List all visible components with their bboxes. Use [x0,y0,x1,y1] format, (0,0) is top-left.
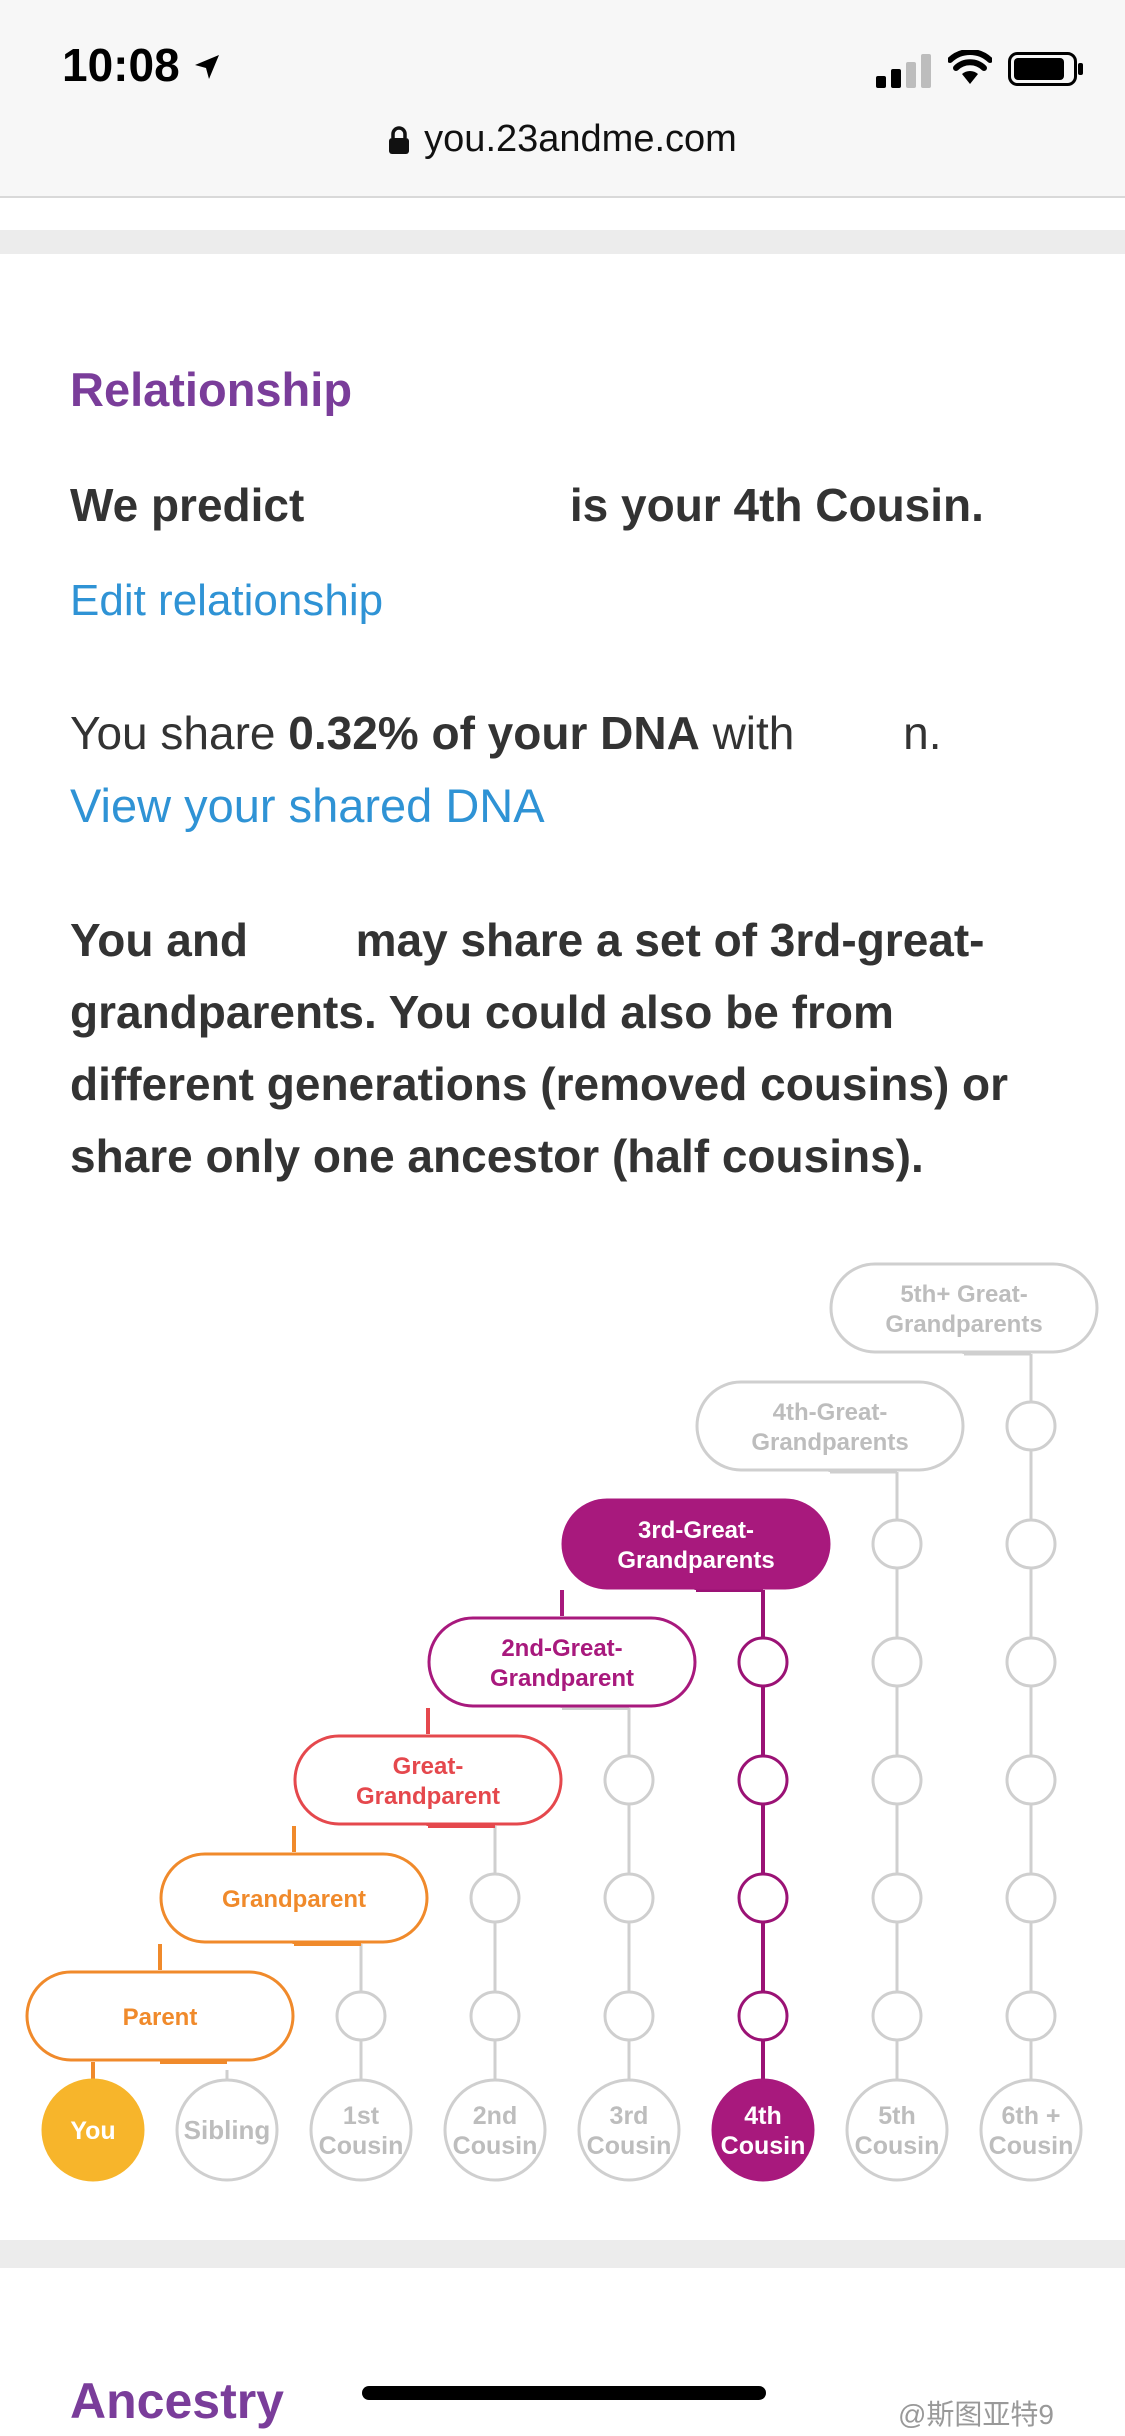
home-indicator[interactable] [362,2386,766,2400]
redacted-name [261,916,343,962]
share-suffix: n. [903,707,942,759]
generation-node [1005,1990,1057,2042]
generation-node [737,1754,789,1806]
wifi-icon [948,50,992,84]
lock-icon [389,126,410,154]
prediction-text: We predict is your 4th Cousin. [70,478,984,532]
relative-4th-cousin [711,2078,815,2182]
generation-node [1005,1518,1057,1570]
prediction-suffix: is your 4th Cousin. [569,479,984,531]
ancestor-2nd-great-grandparent [427,1616,697,1708]
dna-share-text: You share 0.32% of your DNA with n. [70,706,942,760]
generation-node [603,1990,655,2042]
cellular-signal-icon [876,54,931,88]
relative-sibling-label: Sibling [184,2115,271,2145]
edit-relationship-link[interactable]: Edit relationship [70,576,383,626]
ancestor-grandparent-label: Grandparent [222,1886,366,1913]
battery-icon [1008,52,1083,86]
relative-5th-cousin [845,2078,949,2182]
ancestor-3rd-great-grandparents [561,1498,831,1590]
relative-you-label: You [70,2117,115,2145]
section-divider [0,230,1125,254]
prediction-prefix: We predict [70,479,305,531]
generation-node [737,1636,789,1688]
ancestor-5th-great-grandparents [829,1262,1099,1354]
relative-2nd-cousin [443,2078,547,2182]
generation-node [737,1990,789,2042]
ancestor-great-grandparent [293,1734,563,1826]
ancestry-heading: Ancestry [70,2373,284,2429]
explanation-paragraph: You and may share a set of 3rd-great-gra… [70,904,1050,1192]
generation-node [1005,1636,1057,1688]
watermark: @斯图亚特9 [898,2399,1054,2430]
generation-node [469,1872,521,1924]
generation-node [871,1990,923,2042]
redacted-name [317,481,557,527]
share-percentage: 0.32% of your DNA [288,707,700,759]
ancestor-parent-label: Parent [123,2004,198,2031]
section-divider [0,2240,1125,2268]
generation-node [871,1754,923,1806]
generation-node [335,1990,387,2042]
relationship-tree-diagram: ParentGrandparentGreat-Grandparent2nd-Gr… [25,1262,1099,2182]
share-with: with [712,707,795,759]
generation-node [871,1636,923,1688]
relationship-heading: Relationship [70,363,353,416]
generation-node [1005,1872,1057,1924]
generation-node [1005,1400,1057,1452]
status-time: 10:08 [62,39,180,91]
relative-6th-cousin [979,2078,1083,2182]
generation-node [603,1754,655,1806]
generation-node [871,1518,923,1570]
url-text: you.23andme.com [424,118,737,160]
generation-node [603,1872,655,1924]
address-bar[interactable]: you.23andme.com [0,118,1125,161]
paragraph-prefix: You and [70,914,249,966]
generation-node [1005,1754,1057,1806]
view-shared-dna-link[interactable]: View your shared DNA [70,778,545,833]
share-prefix: You share [70,707,276,759]
redacted-name [807,709,903,755]
relative-1st-cousin [309,2078,413,2182]
generation-node [737,1872,789,1924]
generation-node [469,1990,521,2042]
browser-chrome: 10:08 you.23andme.com [0,0,1125,198]
generation-node [871,1872,923,1924]
location-arrow-icon [195,55,219,79]
relative-3rd-cousin [577,2078,681,2182]
ancestor-4th-great-grandparents [695,1380,965,1472]
